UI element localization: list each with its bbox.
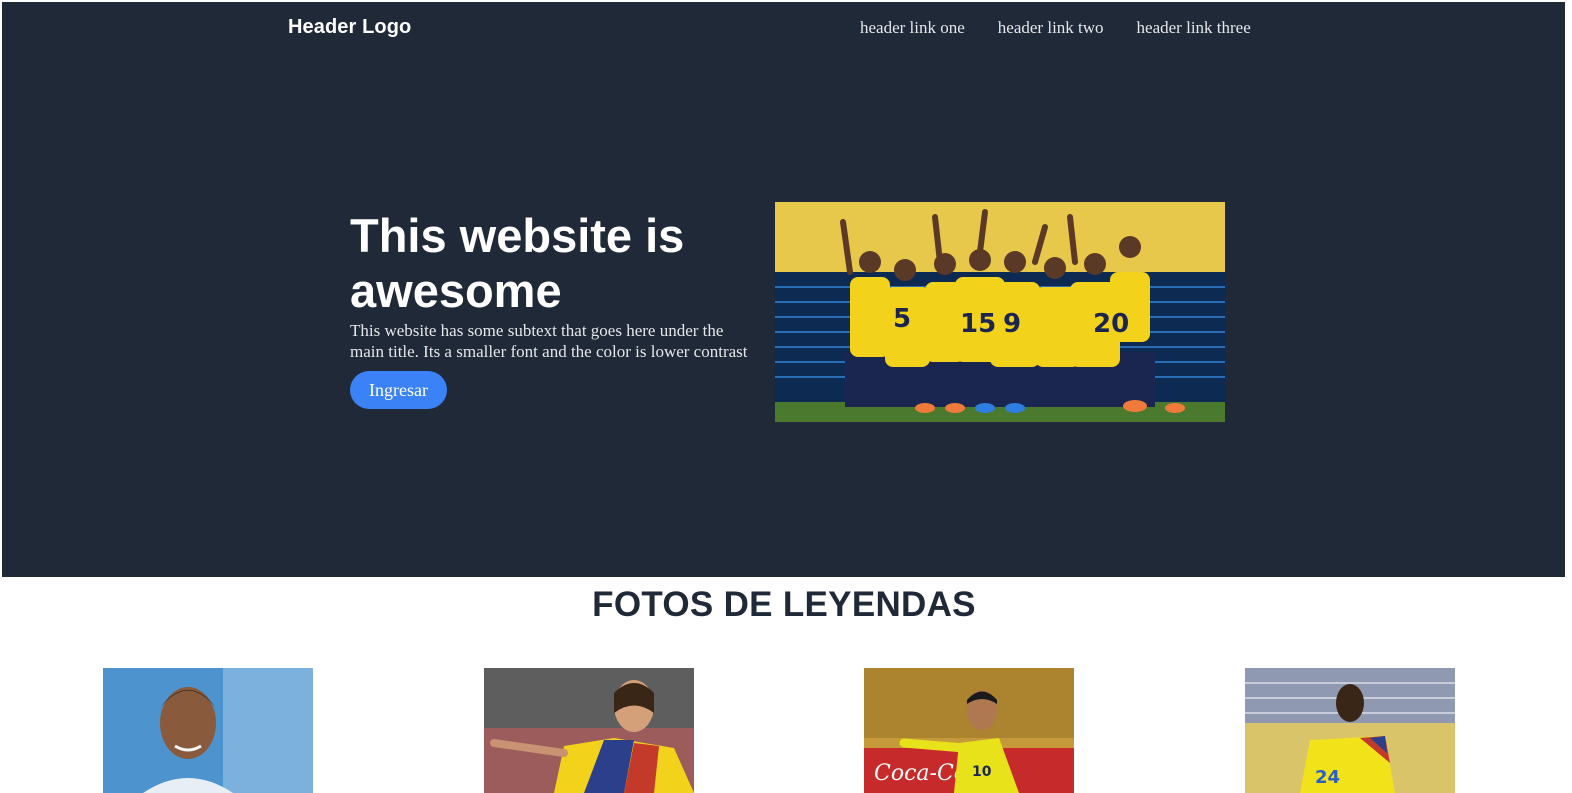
hero-section: Header Logo header link one header link …	[2, 2, 1565, 577]
header-nav: header link one header link two header l…	[860, 18, 1251, 38]
legend-photo-2	[484, 668, 694, 793]
header-link-one[interactable]: header link one	[860, 18, 965, 38]
header-logo[interactable]: Header Logo	[288, 16, 411, 39]
legend-photo-4: 24	[1245, 668, 1455, 793]
ingresar-button[interactable]: Ingresar	[350, 371, 447, 409]
svg-text:10: 10	[972, 764, 992, 780]
svg-text:9: 9	[1003, 309, 1021, 339]
hero-text-block: This website is awesome This website has…	[350, 208, 760, 409]
legend-photo-3: Coca-Cola 10	[864, 668, 1074, 793]
svg-text:15: 15	[960, 309, 996, 339]
header-link-three[interactable]: header link three	[1137, 18, 1251, 38]
legend-photo-1	[103, 668, 313, 793]
svg-text:20: 20	[1093, 309, 1129, 339]
svg-text:5: 5	[893, 304, 911, 334]
team-celebration-image: 5 15 9 20	[775, 202, 1225, 422]
header-link-two[interactable]: header link two	[998, 18, 1104, 38]
legends-section-title: FOTOS DE LEYENDAS	[592, 585, 976, 624]
svg-text:24: 24	[1315, 767, 1340, 788]
hero-subtitle: This website has some subtext that goes …	[350, 321, 748, 361]
hero-title: This website is awesome	[350, 209, 685, 317]
